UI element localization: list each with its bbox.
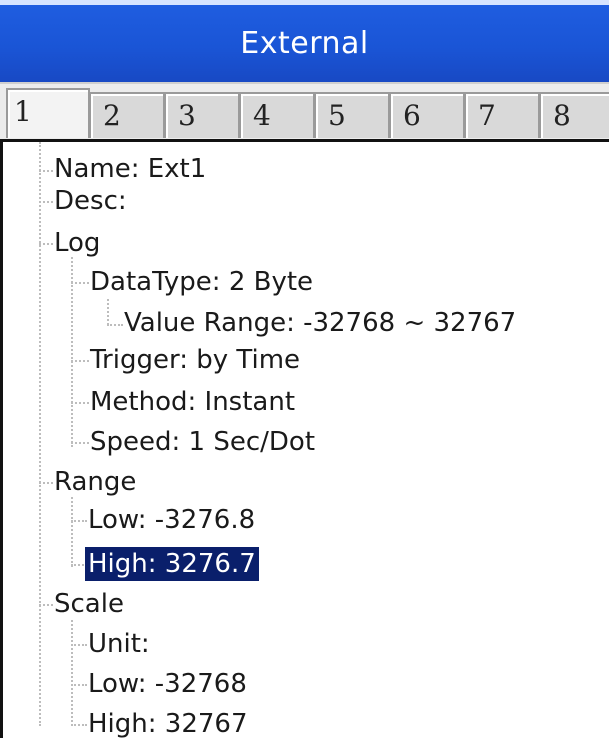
tree-item-name[interactable]: Name: Ext1 bbox=[51, 152, 209, 186]
tree-connector bbox=[39, 142, 41, 726]
window-title: External bbox=[240, 26, 369, 61]
tree-item-log[interactable]: Log bbox=[51, 226, 103, 260]
tree-item-value-range[interactable]: Value Range: -32768 ~ 32767 bbox=[121, 306, 519, 340]
tab-3[interactable]: 3 bbox=[164, 92, 240, 138]
tree-item-range-low[interactable]: Low: -3276.8 bbox=[85, 503, 258, 537]
tab-4[interactable]: 4 bbox=[239, 92, 315, 138]
tree-item-scale-unit[interactable]: Unit: bbox=[85, 627, 153, 661]
tree-connector bbox=[107, 299, 109, 325]
tree-connector bbox=[71, 497, 73, 567]
tree-item-scale-low[interactable]: Low: -32768 bbox=[85, 667, 250, 701]
tree-item-trigger[interactable]: Trigger: by Time bbox=[87, 343, 303, 377]
tab-8[interactable]: 8 bbox=[539, 92, 609, 138]
tree-connector bbox=[71, 620, 73, 726]
tab-1[interactable]: 1 bbox=[6, 88, 90, 138]
tree-item-range-high[interactable]: High: 3276.7 bbox=[85, 547, 259, 581]
tab-6[interactable]: 6 bbox=[389, 92, 465, 138]
tree-item-desc[interactable]: Desc: bbox=[51, 184, 130, 218]
channel-tab-strip: 1 2 3 4 5 6 7 8 bbox=[0, 82, 609, 142]
settings-tree-panel: Name: Ext1 Desc: Log DataType: 2 Byte Va… bbox=[0, 142, 609, 741]
tree-item-range[interactable]: Range bbox=[51, 465, 139, 499]
tree-item-method[interactable]: Method: Instant bbox=[87, 385, 298, 419]
tree-item-scale[interactable]: Scale bbox=[51, 587, 127, 621]
tab-5[interactable]: 5 bbox=[314, 92, 390, 138]
tree-item-datatype[interactable]: DataType: 2 Byte bbox=[87, 265, 316, 299]
window-title-bar: External bbox=[0, 0, 609, 82]
tree-item-scale-high[interactable]: High: 32767 bbox=[85, 707, 251, 741]
tree-connector bbox=[71, 257, 73, 447]
tab-7[interactable]: 7 bbox=[464, 92, 540, 138]
tree-item-speed[interactable]: Speed: 1 Sec/Dot bbox=[87, 425, 318, 459]
tab-2[interactable]: 2 bbox=[89, 92, 165, 138]
settings-tree: Name: Ext1 Desc: Log DataType: 2 Byte Va… bbox=[3, 142, 609, 741]
